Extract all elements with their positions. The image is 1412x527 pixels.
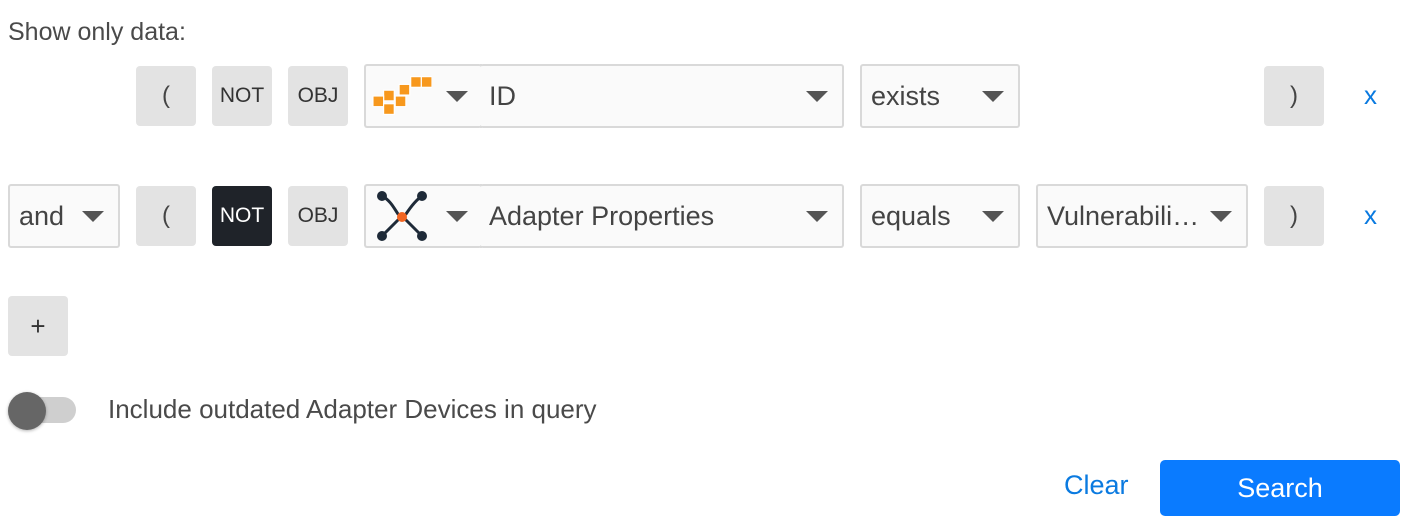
chevron-down-icon [982,90,1004,102]
not-button[interactable]: NOT [212,66,272,126]
logic-select[interactable]: and [8,184,120,248]
field-value: ID [489,80,516,111]
chevron-down-icon [806,210,828,222]
chevron-down-icon [806,90,828,102]
obj-button[interactable]: OBJ [288,66,348,126]
field-value: Adapter Properties [489,200,715,231]
logic-value: and [19,200,65,231]
open-paren-button[interactable]: ( [136,66,196,126]
toggle-knob [8,392,46,430]
open-paren-button[interactable]: ( [136,186,196,246]
chevron-down-icon [982,210,1004,222]
field-select[interactable]: Adapter Properties [480,184,844,248]
include-outdated-toggle[interactable] [8,392,76,430]
operator-value: exists [871,80,941,111]
chevron-down-icon [82,210,104,222]
clear-button[interactable]: Clear [1064,470,1129,501]
chevron-down-icon [446,90,468,102]
obj-button[interactable]: OBJ [288,186,348,246]
close-paren-button[interactable]: ) [1264,66,1324,126]
adapter-select[interactable] [364,64,482,128]
aws-cubes-icon [372,71,432,121]
page-heading: Show only data: [8,18,186,46]
adapters-network-icon [372,191,432,241]
not-button-active[interactable]: NOT [212,186,272,246]
operator-select[interactable]: exists [860,64,1020,128]
field-select[interactable]: ID [480,64,844,128]
chevron-down-icon [1210,210,1232,222]
close-paren-button[interactable]: ) [1264,186,1324,246]
search-button[interactable]: Search [1160,460,1400,516]
operator-value: equals [871,200,951,231]
value-select[interactable]: Vulnerabili… [1036,184,1248,248]
add-expression-button[interactable]: + [8,296,68,356]
remove-row-button[interactable]: x [1364,80,1377,111]
chevron-down-icon [446,210,468,222]
adapter-select[interactable] [364,184,482,248]
include-outdated-label: Include outdated Adapter Devices in quer… [108,394,597,424]
value-text: Vulnerabili… [1047,200,1200,231]
operator-select[interactable]: equals [860,184,1020,248]
remove-row-button[interactable]: x [1364,200,1377,231]
